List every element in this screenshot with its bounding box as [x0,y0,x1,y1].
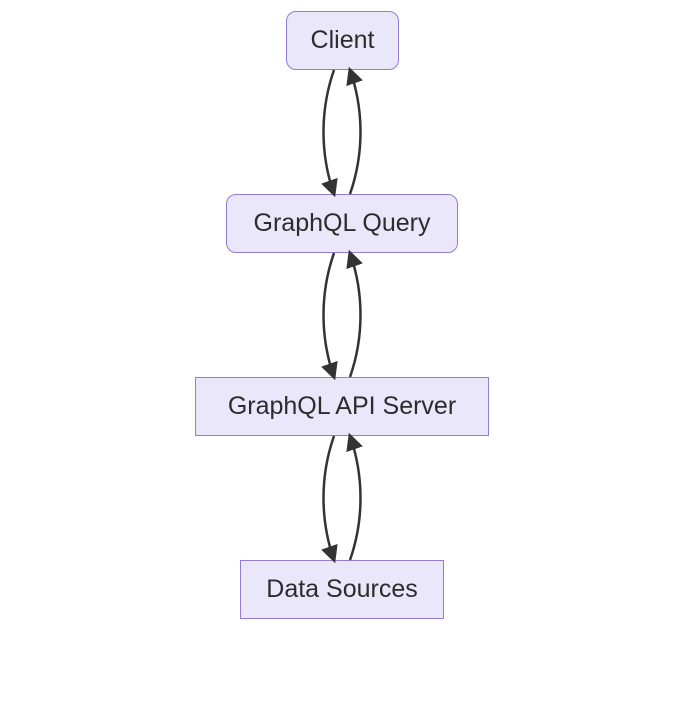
edge-data-to-server [350,436,361,560]
node-label: Data Sources [266,575,417,604]
graphql-flow-diagram: Client GraphQL Query GraphQL API Server … [0,0,682,719]
edge-server-to-data [324,436,335,560]
edge-client-to-query [324,70,335,194]
node-label: Client [311,26,375,55]
node-data: Data Sources [240,560,444,619]
node-label: GraphQL Query [254,209,431,238]
node-client: Client [286,11,399,70]
edge-server-to-query [350,253,361,377]
node-query: GraphQL Query [226,194,458,253]
node-label: GraphQL API Server [228,392,456,421]
node-server: GraphQL API Server [195,377,489,436]
edge-query-to-client [350,70,361,194]
edge-query-to-server [324,253,335,377]
